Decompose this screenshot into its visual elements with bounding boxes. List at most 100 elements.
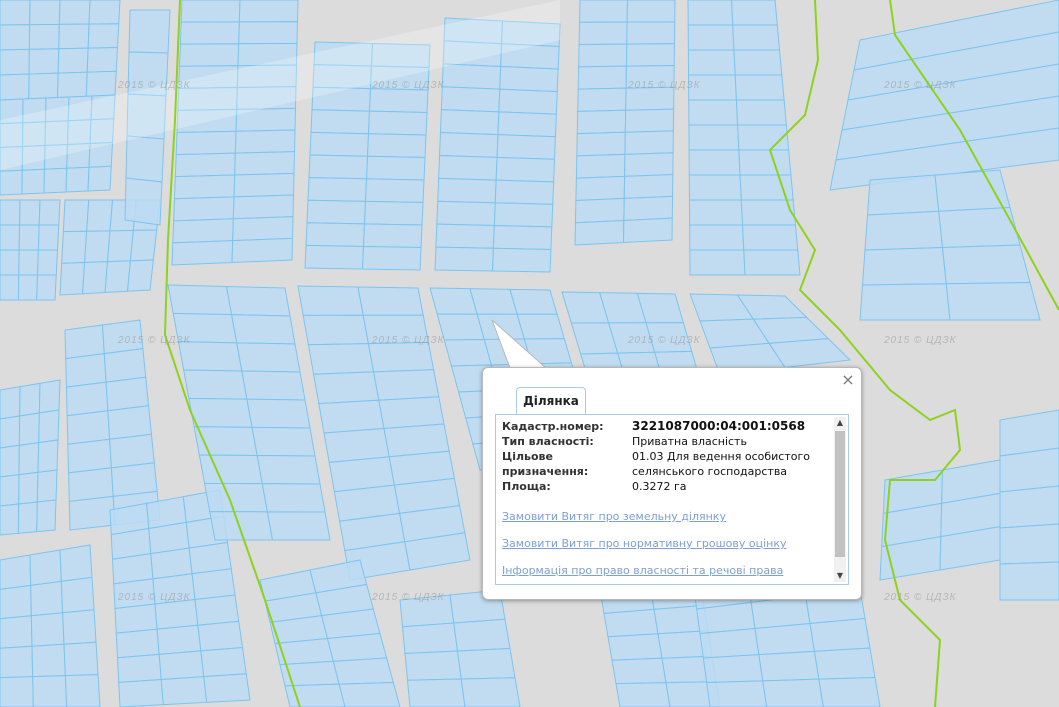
land-parcel[interactable] — [318, 399, 385, 434]
land-parcel[interactable] — [438, 154, 498, 181]
land-parcel[interactable] — [738, 149, 792, 176]
land-parcel[interactable] — [0, 415, 21, 449]
land-parcel[interactable] — [81, 261, 109, 295]
land-parcel[interactable] — [234, 129, 296, 154]
land-parcel[interactable] — [57, 47, 89, 74]
land-parcel[interactable] — [236, 342, 301, 373]
land-parcel[interactable] — [497, 111, 557, 138]
land-parcel[interactable] — [110, 462, 158, 497]
land-parcel[interactable] — [0, 199, 21, 226]
land-parcel[interactable] — [492, 225, 553, 250]
land-parcel[interactable] — [367, 341, 435, 373]
land-parcel[interactable] — [233, 172, 295, 198]
land-parcel[interactable] — [689, 249, 746, 276]
land-parcel[interactable] — [491, 247, 552, 273]
land-parcel[interactable] — [367, 110, 428, 136]
land-parcel[interactable] — [574, 219, 625, 246]
land-parcel[interactable] — [61, 230, 88, 264]
land-parcel[interactable] — [399, 594, 455, 628]
land-parcel[interactable] — [104, 260, 131, 294]
land-parcel[interactable] — [86, 46, 119, 73]
land-parcel[interactable] — [623, 195, 674, 221]
land-parcel[interactable] — [238, 0, 299, 23]
land-parcel[interactable] — [86, 199, 114, 232]
land-parcel[interactable] — [361, 245, 422, 271]
land-parcel[interactable] — [209, 511, 274, 541]
land-parcel[interactable] — [87, 165, 112, 192]
land-parcel[interactable] — [62, 609, 97, 645]
land-parcel[interactable] — [758, 650, 820, 682]
land-parcel[interactable] — [699, 627, 760, 659]
land-parcel[interactable] — [437, 177, 497, 204]
land-parcel[interactable] — [18, 412, 40, 446]
land-parcel[interactable] — [246, 398, 311, 429]
land-parcel[interactable] — [441, 63, 502, 90]
land-parcel[interactable] — [38, 199, 61, 226]
land-parcel[interactable] — [434, 246, 494, 272]
land-parcel[interactable] — [30, 612, 65, 647]
land-parcel[interactable] — [498, 88, 558, 115]
close-icon[interactable]: × — [841, 372, 855, 388]
land-parcel[interactable] — [160, 676, 208, 706]
land-parcel[interactable] — [109, 433, 155, 469]
land-parcel[interactable] — [125, 135, 165, 183]
land-parcel[interactable] — [861, 246, 947, 286]
land-parcel[interactable] — [406, 678, 466, 707]
land-parcel[interactable] — [178, 43, 240, 67]
land-parcel[interactable] — [18, 471, 39, 505]
land-parcel[interactable] — [59, 261, 86, 296]
land-parcel[interactable] — [85, 70, 117, 97]
land-parcel[interactable] — [809, 617, 871, 652]
land-parcel[interactable] — [36, 274, 57, 301]
land-parcel[interactable] — [688, 149, 741, 176]
land-parcel[interactable] — [68, 495, 116, 531]
land-parcel[interactable] — [173, 174, 236, 200]
land-parcel[interactable] — [938, 206, 1021, 249]
land-parcel[interactable] — [158, 650, 205, 681]
land-parcel[interactable] — [21, 168, 46, 195]
land-parcel[interactable] — [456, 647, 516, 680]
land-parcel[interactable] — [607, 633, 663, 661]
land-parcel[interactable] — [326, 632, 388, 662]
land-parcel[interactable] — [624, 152, 674, 177]
land-parcel[interactable] — [373, 369, 440, 401]
land-parcel[interactable] — [365, 155, 426, 181]
land-parcel[interactable] — [29, 549, 62, 586]
land-parcel[interactable] — [999, 523, 1059, 565]
land-parcel[interactable] — [175, 130, 237, 156]
land-parcel[interactable] — [28, 23, 60, 50]
land-parcel[interactable] — [231, 237, 294, 264]
land-parcel[interactable] — [999, 447, 1059, 493]
land-parcel[interactable] — [734, 74, 785, 101]
land-parcel[interactable] — [106, 229, 134, 263]
land-parcel[interactable] — [65, 353, 107, 388]
land-parcel[interactable] — [177, 341, 243, 372]
land-parcel[interactable] — [0, 0, 31, 26]
land-parcel[interactable] — [17, 274, 39, 301]
land-parcel[interactable] — [999, 485, 1059, 529]
land-parcel[interactable] — [113, 578, 156, 610]
land-parcel[interactable] — [171, 240, 234, 266]
land-parcel[interactable] — [625, 64, 675, 89]
land-parcel[interactable] — [0, 503, 20, 536]
land-parcel[interactable] — [105, 376, 150, 412]
land-parcel[interactable] — [702, 654, 764, 684]
land-parcel[interactable] — [56, 71, 88, 99]
land-parcel[interactable] — [36, 249, 59, 276]
land-parcel[interactable] — [0, 48, 30, 76]
land-parcel[interactable] — [625, 86, 675, 111]
land-parcel[interactable] — [576, 109, 627, 135]
order-valuation-extract-link[interactable]: Замовити Витяг про нормативну грошову оц… — [502, 537, 828, 550]
land-parcel[interactable] — [58, 0, 91, 25]
land-parcel[interactable] — [28, 72, 59, 100]
land-parcel[interactable] — [362, 314, 430, 345]
land-parcel[interactable] — [0, 584, 32, 620]
land-parcel[interactable] — [622, 217, 673, 244]
land-parcel[interactable] — [60, 576, 95, 614]
land-parcel[interactable] — [733, 49, 783, 76]
land-parcel[interactable] — [156, 624, 202, 655]
land-parcel[interactable] — [129, 229, 158, 262]
land-parcel[interactable] — [313, 371, 380, 405]
land-parcel[interactable] — [174, 152, 236, 178]
land-parcel[interactable] — [576, 131, 626, 157]
